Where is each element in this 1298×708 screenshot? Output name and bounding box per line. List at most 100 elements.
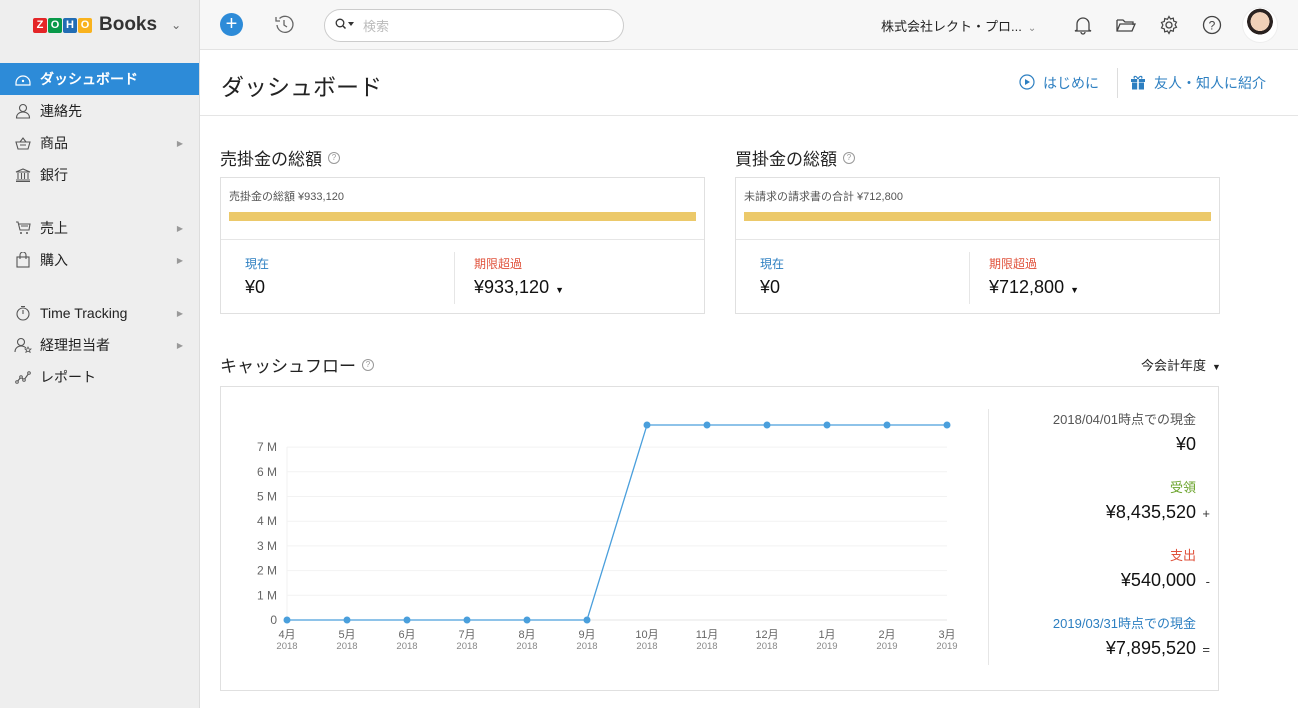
sidebar-item-label: 購入: [40, 252, 68, 268]
stopwatch-icon: [14, 304, 32, 322]
bank-icon: [14, 166, 32, 184]
refer-label: 友人・知人に紹介: [1154, 75, 1266, 91]
gear-icon[interactable]: [1158, 14, 1180, 36]
help-icon[interactable]: ?: [362, 358, 374, 371]
caret-down-icon[interactable]: ▼: [555, 285, 564, 295]
payables-caption: 未請求の請求書の合計 ¥712,800: [744, 191, 903, 203]
x-tick-label: 10月: [635, 629, 658, 641]
y-tick-label: 3 M: [257, 539, 277, 553]
x-tick-label: 4月: [278, 629, 295, 641]
closing-label: 2019/03/31時点での現金: [1052, 616, 1196, 631]
opening-value: ¥0: [1175, 434, 1196, 454]
top-bar: + 検索 株式会社レクト・プロ... ⌄ ?: [200, 0, 1298, 50]
help-icon[interactable]: ?: [328, 151, 340, 164]
sidebar-item-purchases[interactable]: 購入 ▶: [0, 244, 199, 276]
section-heading: 買掛金の総額: [735, 150, 837, 169]
play-icon: [1019, 73, 1035, 93]
incoming-label: 受領: [1169, 480, 1196, 495]
payables-summary: 未請求の請求書の合計 ¥712,800: [736, 178, 1219, 240]
current-label: 現在: [245, 257, 270, 271]
x-tick-label: 8月: [518, 629, 535, 641]
help-icon[interactable]: ?: [1201, 14, 1223, 36]
caret-right-icon: ▶: [176, 223, 183, 233]
data-point: [643, 421, 651, 429]
user-avatar[interactable]: [1242, 7, 1278, 43]
receivables-progress-bar[interactable]: [229, 212, 696, 221]
organization-switcher[interactable]: 株式会社レクト・プロ... ⌄: [881, 16, 1036, 35]
series-line: [287, 424, 947, 621]
getting-started-link[interactable]: はじめに: [1019, 73, 1099, 93]
main-content: ダッシュボード はじめに 友人・知人に紹介 売掛金の総額 ? 売掛金の総額 ¥9…: [200, 51, 1298, 708]
brand-name: Books: [99, 14, 158, 35]
chevron-down-icon[interactable]: ⌄: [171, 18, 181, 32]
sidebar-item-label: 銀行: [40, 167, 68, 183]
cart-icon: [14, 219, 32, 237]
sidebar-nav: ダッシュボード 連絡先 商品 ▶ 銀行 売上 ▶ 購入 ▶ Time Track…: [0, 63, 199, 393]
sidebar-item-label: 経理担当者: [40, 337, 110, 353]
outgoing: 支出 ¥540,000 -: [1053, 545, 1210, 591]
sidebar-item-label: 連絡先: [40, 103, 82, 119]
caret-right-icon: ▶: [176, 255, 183, 265]
payables-overdue[interactable]: 期限超過 ¥712,800 ▼: [965, 241, 1103, 314]
y-tick-label: 7 M: [257, 440, 277, 454]
caret-right-icon: ▶: [176, 138, 183, 148]
sidebar-item-accountant[interactable]: 経理担当者 ▶: [0, 329, 199, 361]
overdue-label: 期限超過: [474, 257, 523, 271]
receivables-caption: 売掛金の総額 ¥933,120: [229, 191, 344, 203]
contacts-icon: [14, 102, 32, 120]
y-tick-label: 4 M: [257, 514, 277, 528]
sidebar: Z O H O Books ⌄ ダッシュボード 連絡先 商品 ▶ 銀行 売上 ▶…: [0, 0, 200, 708]
history-icon[interactable]: [273, 13, 295, 40]
payables-current: 現在 ¥0: [736, 241, 808, 314]
data-point: [403, 616, 411, 624]
cashflow-summary: 2018/04/01時点での現金 ¥0 受領 ¥8,435,520 + 支出 ¥…: [1052, 409, 1210, 659]
x-tick-label: 1月: [818, 629, 835, 641]
x-tick-label: 2月: [878, 629, 895, 641]
sidebar-item-label: 売上: [40, 220, 68, 236]
payables-card: 未請求の請求書の合計 ¥712,800 現在 ¥0 期限超過 ¥712,800 ▼: [735, 177, 1220, 314]
x-tick-year: 2019: [936, 641, 957, 652]
receivables-title: 売掛金の総額 ?: [220, 145, 340, 170]
reports-icon: [14, 368, 32, 386]
help-icon[interactable]: ?: [843, 151, 855, 164]
receivables-current: 現在 ¥0: [221, 241, 293, 314]
header-divider: [1117, 68, 1118, 98]
caret-down-icon[interactable]: ▼: [1070, 285, 1079, 295]
chevron-down-icon: ⌄: [1027, 23, 1037, 34]
x-tick-year: 2018: [396, 641, 417, 652]
period-dropdown[interactable]: 今会計年度 ▼: [1141, 355, 1221, 374]
quick-create-button[interactable]: +: [220, 13, 243, 36]
data-point: [523, 616, 531, 624]
search-icon[interactable]: [335, 17, 355, 35]
x-tick-year: 2018: [756, 641, 777, 652]
dashboard-icon: [14, 70, 32, 88]
cashflow-title: キャッシュフロー ?: [220, 352, 374, 377]
folder-icon[interactable]: [1115, 14, 1137, 36]
caret-right-icon: ▶: [176, 340, 183, 350]
outgoing-label: 支出: [1169, 548, 1196, 563]
opening-balance: 2018/04/01時点での現金 ¥0: [1053, 409, 1196, 455]
overdue-value: ¥712,800: [989, 277, 1065, 297]
bell-icon[interactable]: [1072, 14, 1094, 36]
sidebar-item-time-tracking[interactable]: Time Tracking ▶: [0, 297, 199, 329]
payables-progress-bar[interactable]: [744, 212, 1211, 221]
x-tick-label: 6月: [398, 629, 415, 641]
sidebar-item-bank[interactable]: 銀行: [0, 159, 199, 191]
sidebar-item-reports[interactable]: レポート: [0, 361, 199, 393]
accountant-icon: [14, 336, 32, 354]
y-tick-label: 0: [270, 613, 277, 627]
sidebar-item-dashboard[interactable]: ダッシュボード: [0, 63, 199, 95]
x-tick-label: 5月: [338, 629, 355, 641]
search-box[interactable]: 検索: [324, 9, 624, 42]
sidebar-item-contacts[interactable]: 連絡先: [0, 95, 199, 127]
sidebar-item-sales[interactable]: 売上 ▶: [0, 212, 199, 244]
refer-friend-link[interactable]: 友人・知人に紹介: [1130, 73, 1266, 93]
sidebar-item-items[interactable]: 商品 ▶: [0, 127, 199, 159]
logo-letter: O: [78, 17, 92, 33]
cashflow-card: 01 M2 M3 M4 M5 M6 M7 M 4月 2018 5月 2018 6月 2018…: [220, 386, 1219, 691]
receivables-overdue[interactable]: 期限超過 ¥933,120 ▼: [450, 241, 588, 314]
app-logo[interactable]: Z O H O Books ⌄: [0, 0, 199, 50]
x-tick-year: 2018: [576, 641, 597, 652]
search-input[interactable]: 検索: [363, 16, 389, 35]
closing-balance: 2019/03/31時点での現金 ¥7,895,520 =: [1052, 613, 1210, 659]
